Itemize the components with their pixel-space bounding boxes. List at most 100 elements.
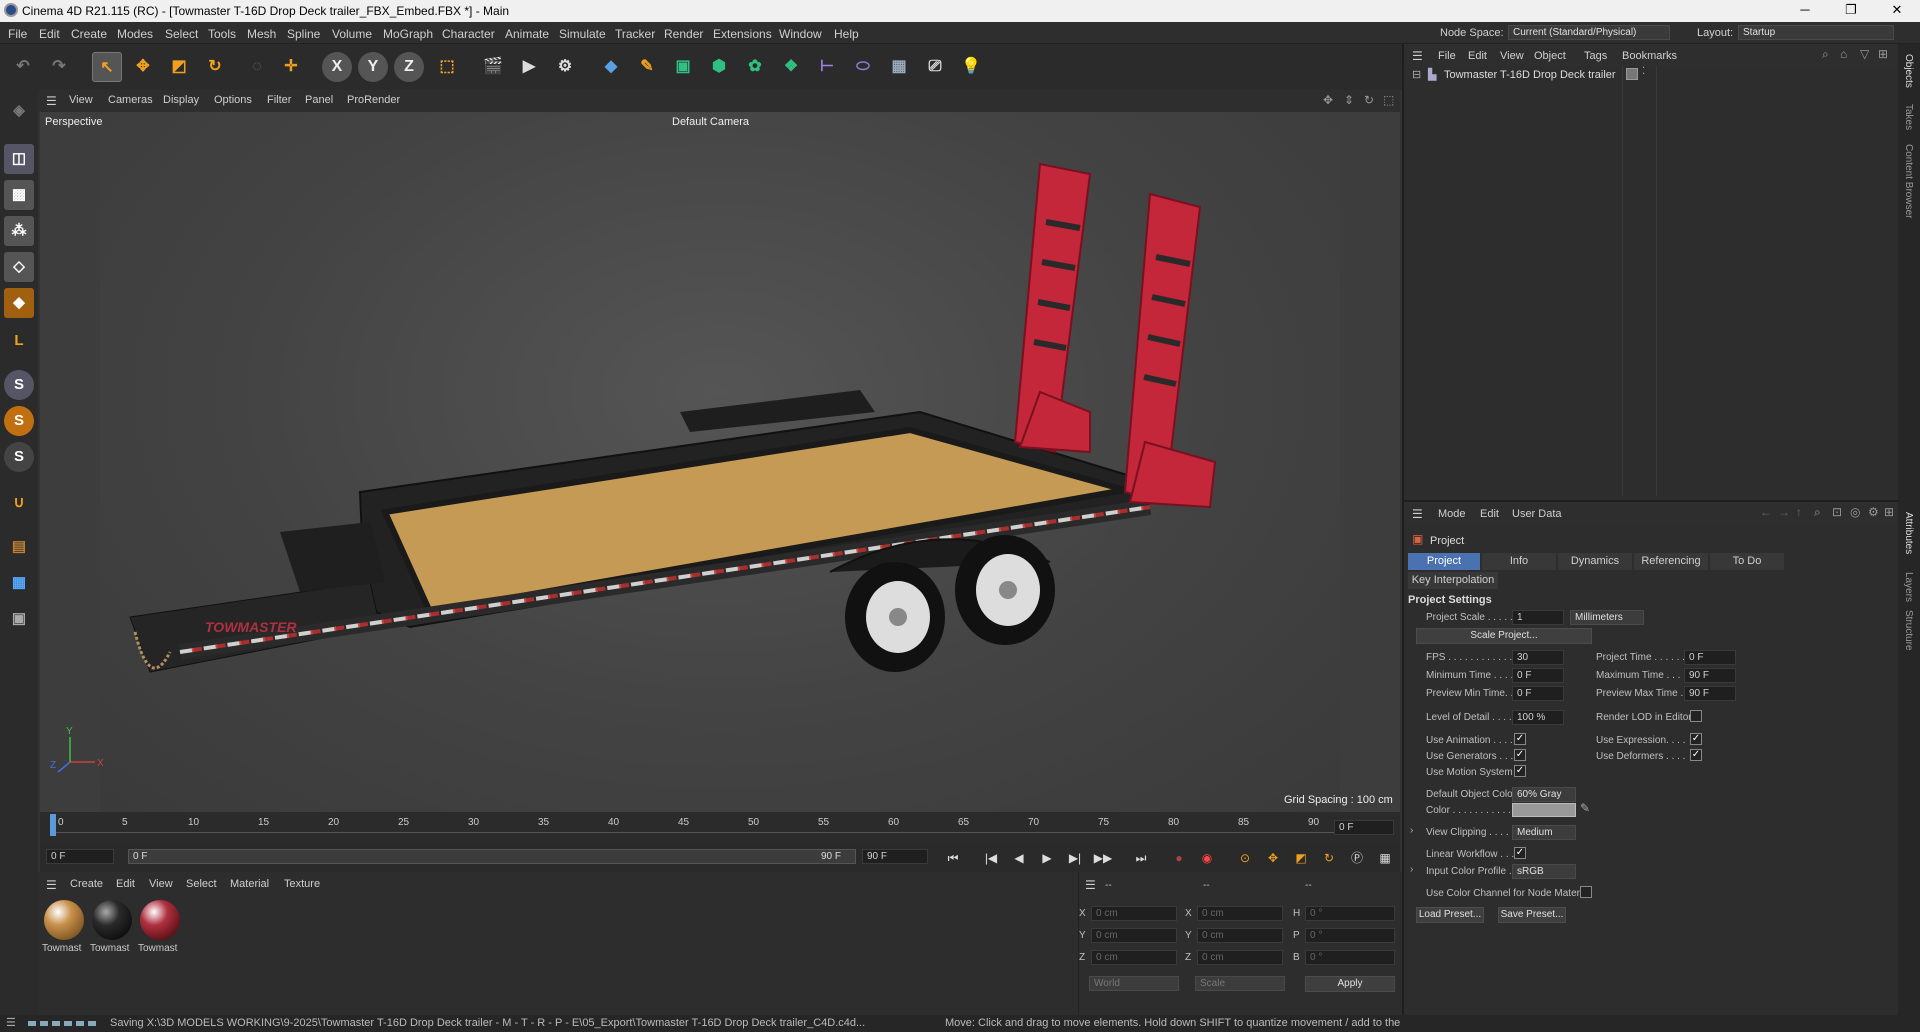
expand-arrow-icon[interactable]: › bbox=[1410, 864, 1413, 875]
vp-maximize-icon[interactable]: ⬚ bbox=[1383, 93, 1394, 107]
menu-spline[interactable]: Spline bbox=[287, 27, 320, 41]
model-mode-icon[interactable]: ◫ bbox=[4, 144, 34, 174]
obj-menu-bookmarks[interactable]: Bookmarks bbox=[1622, 50, 1677, 62]
rotate-tool-icon[interactable]: ↻ bbox=[200, 52, 230, 82]
prev-key-icon[interactable]: |◀ bbox=[980, 848, 1002, 868]
menu-volume[interactable]: Volume bbox=[332, 27, 372, 41]
size-z-field[interactable]: 0 cm bbox=[1197, 950, 1283, 965]
obj-menu-file[interactable]: File bbox=[1438, 50, 1456, 62]
attr-lock-icon[interactable]: ⊡ bbox=[1832, 505, 1842, 519]
input-color-profile-dropdown[interactable]: sRGB bbox=[1512, 864, 1576, 879]
menu-file[interactable]: File bbox=[8, 27, 27, 41]
node-material-color-checkbox[interactable] bbox=[1580, 886, 1592, 898]
maximize-button[interactable]: ❐ bbox=[1828, 0, 1874, 22]
size-x-field[interactable]: 0 cm bbox=[1197, 906, 1283, 921]
project-time-field[interactable]: 0 F bbox=[1684, 650, 1736, 665]
rot-h-field[interactable]: 0 ° bbox=[1305, 906, 1395, 921]
side-tab-content-browser[interactable]: Content Browser bbox=[1903, 144, 1914, 218]
pos-y-field[interactable]: 0 cm bbox=[1091, 928, 1177, 943]
object-dots-icon[interactable]: ⁚ bbox=[1642, 66, 1645, 77]
close-button[interactable]: ✕ bbox=[1874, 0, 1920, 22]
polygons-mode-icon[interactable]: ◆ bbox=[4, 288, 34, 318]
obj-menu-object[interactable]: Object bbox=[1534, 50, 1566, 62]
scale-project-button[interactable]: Scale Project... bbox=[1416, 628, 1592, 644]
side-tab-structure[interactable]: Structure bbox=[1903, 610, 1914, 651]
attr-menu-user-data[interactable]: User Data bbox=[1512, 508, 1562, 520]
fps-field[interactable]: 30 bbox=[1512, 650, 1564, 665]
render-region-icon[interactable]: 🎬 bbox=[478, 52, 508, 82]
timeline-playhead[interactable] bbox=[50, 814, 56, 836]
go-to-end-icon[interactable]: ⏭ bbox=[1130, 848, 1152, 868]
next-frame-icon[interactable]: ▶| bbox=[1064, 848, 1086, 868]
obj-search-icon[interactable]: ⌕ bbox=[1822, 47, 1829, 62]
attr-search-icon[interactable]: ⌕ bbox=[1814, 505, 1821, 520]
mat-hamburger-icon[interactable]: ☰ bbox=[46, 878, 57, 892]
mat-menu-create[interactable]: Create bbox=[70, 878, 103, 890]
menu-tools[interactable]: Tools bbox=[208, 27, 236, 41]
snap-settings-button[interactable]: S bbox=[4, 406, 34, 436]
field-icon[interactable]: ⬭ bbox=[848, 52, 878, 82]
project-scale-field[interactable]: 1 bbox=[1512, 610, 1564, 625]
mat-menu-edit[interactable]: Edit bbox=[116, 878, 135, 890]
size-mode-dropdown[interactable]: Scale bbox=[1195, 976, 1285, 991]
perspective-viewport[interactable]: Perspective Default Camera Grid Spacing … bbox=[40, 112, 1400, 812]
key-pla-icon[interactable]: ▦ bbox=[1374, 848, 1396, 868]
texture-mode-icon[interactable]: ▩ bbox=[4, 180, 34, 210]
view-clipping-dropdown[interactable]: Medium bbox=[1512, 825, 1576, 840]
coord-hamburger-icon[interactable]: ☰ bbox=[1085, 878, 1096, 892]
minimum-time-field[interactable]: 0 F bbox=[1512, 668, 1564, 683]
key-rotation-icon[interactable]: ↻ bbox=[1318, 848, 1340, 868]
obj-menu-tags[interactable]: Tags bbox=[1584, 50, 1607, 62]
obj-filter-icon[interactable]: ▽ bbox=[1860, 47, 1869, 61]
menu-mograph[interactable]: MoGraph bbox=[383, 27, 433, 41]
move-tool-icon[interactable]: ✥ bbox=[128, 52, 158, 82]
recent-tool-icon[interactable]: ◌ bbox=[242, 52, 272, 82]
use-generators-checkbox[interactable]: ✓ bbox=[1514, 749, 1526, 761]
rot-b-field[interactable]: 0 ° bbox=[1305, 950, 1395, 965]
side-tab-takes[interactable]: Takes bbox=[1903, 104, 1914, 130]
attr-target-icon[interactable]: ◎ bbox=[1850, 505, 1860, 519]
color-swatch[interactable] bbox=[1512, 803, 1576, 817]
go-to-start-icon[interactable]: ⏮ bbox=[942, 848, 964, 868]
menu-help[interactable]: Help bbox=[834, 27, 859, 41]
mat-menu-view[interactable]: View bbox=[149, 878, 173, 890]
menu-modes[interactable]: Modes bbox=[117, 27, 153, 41]
obj-new-window-icon[interactable]: ⊞ bbox=[1878, 47, 1888, 61]
project-scale-unit-dropdown[interactable]: Millimeters bbox=[1570, 610, 1644, 625]
make-editable-icon[interactable]: ◈ bbox=[4, 96, 34, 126]
snap-button[interactable]: S bbox=[4, 370, 34, 400]
vp-menu-panel[interactable]: Panel bbox=[305, 94, 333, 106]
menu-character[interactable]: Character bbox=[442, 27, 495, 41]
timeline-track[interactable] bbox=[52, 815, 1362, 833]
key-parameter-icon[interactable]: Ⓟ bbox=[1346, 848, 1368, 868]
vp-menu-filter[interactable]: Filter bbox=[267, 94, 291, 106]
tab-project-settings[interactable]: Project Settings bbox=[1408, 553, 1480, 584]
coord-system-dropdown[interactable]: World bbox=[1089, 976, 1179, 991]
attr-hamburger-icon[interactable]: ☰ bbox=[1412, 507, 1423, 521]
rot-p-field[interactable]: 0 ° bbox=[1305, 928, 1395, 943]
cloner-icon[interactable]: ✿ bbox=[740, 52, 770, 82]
attr-settings-icon[interactable]: ⚙ bbox=[1868, 505, 1879, 519]
expand-arrow-icon[interactable]: › bbox=[1410, 825, 1413, 836]
mat-menu-material[interactable]: Material bbox=[230, 878, 269, 890]
mat-menu-texture[interactable]: Texture bbox=[284, 878, 320, 890]
maximum-time-field[interactable]: 90 F bbox=[1684, 668, 1736, 683]
current-frame-field[interactable]: 0 F bbox=[1334, 820, 1394, 835]
use-deformers-checkbox[interactable]: ✓ bbox=[1690, 749, 1702, 761]
tab-referencing[interactable]: Referencing bbox=[1634, 553, 1708, 570]
hamburger-icon[interactable]: ☰ bbox=[46, 94, 57, 108]
vp-menu-cameras[interactable]: Cameras bbox=[108, 94, 153, 106]
side-tab-objects[interactable]: Objects bbox=[1903, 54, 1914, 88]
attr-up-icon[interactable]: ↑ bbox=[1796, 505, 1802, 519]
attr-new-window-icon[interactable]: ⊞ bbox=[1884, 505, 1894, 519]
linear-workflow-checkbox[interactable]: ✓ bbox=[1514, 847, 1526, 859]
pen-spline-icon[interactable]: ✎ bbox=[632, 52, 662, 82]
menu-create[interactable]: Create bbox=[71, 27, 107, 41]
menu-select[interactable]: Select bbox=[165, 27, 198, 41]
floor-icon[interactable]: ▦ bbox=[884, 52, 914, 82]
vp-menu-prorender[interactable]: ProRender bbox=[347, 94, 400, 106]
mograph-icon[interactable]: ❖ bbox=[776, 52, 806, 82]
size-y-field[interactable]: 0 cm bbox=[1197, 928, 1283, 943]
object-row[interactable]: ⊟ ▙ Towmaster T-16D Drop Deck trailer ⁚ bbox=[1404, 66, 1898, 84]
minimize-button[interactable]: ─ bbox=[1782, 0, 1828, 22]
